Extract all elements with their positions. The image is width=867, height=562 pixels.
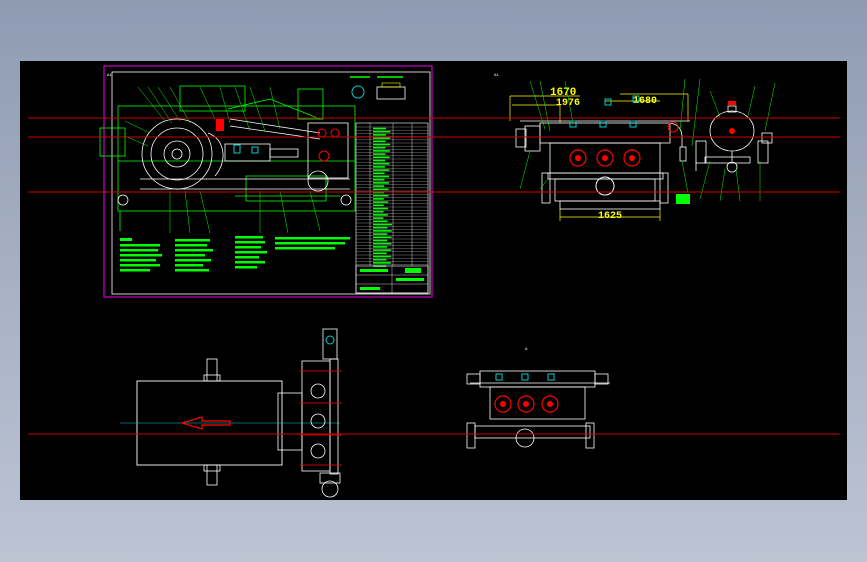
bom-row-text [373,217,384,219]
bom-row-text [373,185,385,187]
manifold-front-view[interactable]: A [466,348,610,449]
cad-canvas[interactable]: A1 A1 1670 1976 1680 1625 A [20,61,847,500]
dimension-text-4: 1625 [598,211,622,222]
technical-notes [120,236,350,272]
manifold-body [515,120,690,210]
bom-row-text [373,169,390,171]
dimension-text-2: 1976 [556,98,580,109]
bom-row-text [373,239,387,242]
damper-valve [729,128,735,134]
bom-row-text [373,137,391,139]
bom-row-text [373,233,388,235]
front-view-valves [494,373,559,413]
sheet-1-label: A1 [107,74,112,78]
assembly-outline-green [99,85,356,231]
bom-row-text [373,252,387,255]
bom-row-text [373,146,386,149]
damper-cap [728,101,736,105]
drawing-sheet-1[interactable]: A1 [99,65,433,298]
section-cut-lines [28,117,840,435]
bom-row-text [373,210,384,213]
bom-row-text [373,223,392,226]
bom-row-text [373,166,385,168]
drawing-sheet-2[interactable]: A1 1670 1976 1680 1625 [494,74,776,222]
plan-shaft-top [206,358,218,382]
bom-row-text [373,226,388,229]
bom-row-text [373,127,386,130]
bom-row-text [373,207,388,210]
bom-row-text [373,246,387,248]
bom-row-text [373,214,388,216]
bom-row-text [373,258,387,261]
bom-row-text [373,230,392,232]
plan-valve-block [301,328,341,498]
bom-row-text [373,198,384,200]
bom-row-text [373,220,388,223]
valve-head-detail [216,119,349,179]
bom-row-text [373,150,390,152]
bom-row-text [373,242,392,245]
bom-row-text [373,153,386,155]
parts-list-table [355,122,429,294]
bom-row-text [373,182,389,184]
bom-row-text [373,175,389,178]
bom-row-text [373,188,389,191]
bom-row-text [373,255,391,258]
bom-row-text [373,172,385,175]
note-block [676,194,690,204]
view-3-label: A [525,348,528,352]
bom-row-text [373,156,390,159]
bom-row-text [373,236,392,239]
bom-row-text [373,262,391,264]
bom-row-text [373,130,391,133]
manifold-valves [569,95,679,196]
bom-row-text [373,162,390,165]
bom-row-text [373,204,384,207]
bom-row-text [373,140,386,143]
sheet-2-label: A1 [494,74,499,78]
bom-row-text [373,194,389,197]
cad-drawing-viewport[interactable]: A1 A1 1670 1976 1680 1625 A [20,61,847,500]
bom-row-text [373,178,385,181]
bom-row-text [373,249,392,251]
bom-row-text [373,134,386,136]
bom-row-text [373,159,385,162]
dimension-lines-top [509,93,689,221]
detail-view-small [350,76,406,100]
pulsation-damper [695,105,773,173]
bom-row-text [373,143,390,146]
bom-row-text [373,201,389,203]
front-view-outline [466,370,610,449]
plan-shaft-bottom [206,464,218,486]
plan-view-pump[interactable] [120,328,342,498]
